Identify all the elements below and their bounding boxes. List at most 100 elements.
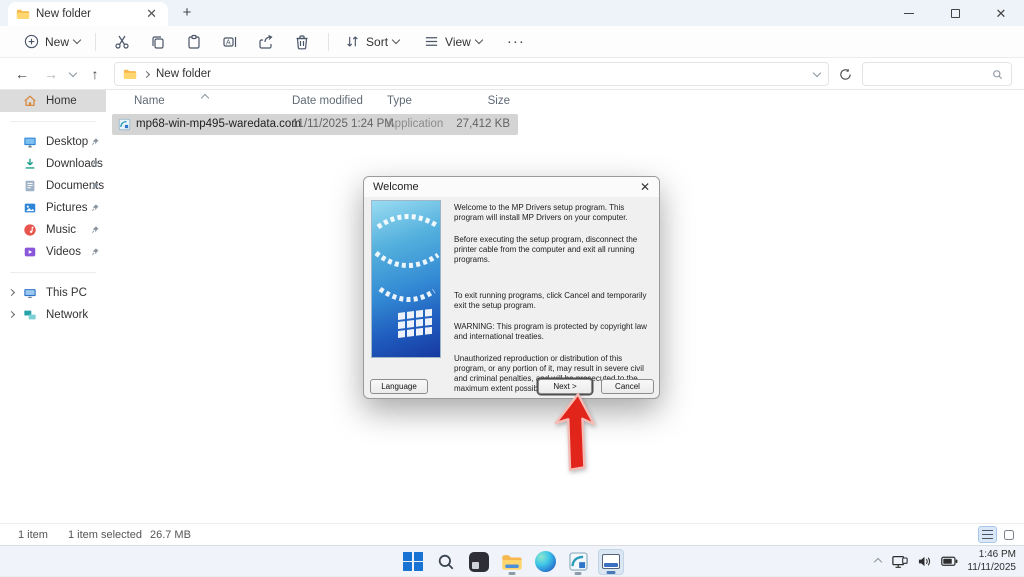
dialog-title: Welcome <box>373 181 419 193</box>
search-input[interactable] <box>862 62 1012 86</box>
expand-chevron-icon[interactable] <box>8 289 15 296</box>
sidebar-item-videos[interactable]: Videos <box>0 241 106 263</box>
up-button[interactable]: ↑ <box>85 66 105 82</box>
speaker-icon[interactable] <box>917 555 932 568</box>
breadcrumb-separator-icon <box>143 70 150 77</box>
sidebar-divider <box>10 272 96 273</box>
home-icon <box>23 94 37 108</box>
downloads-icon <box>23 157 37 171</box>
cut-button[interactable] <box>104 30 140 54</box>
column-header-size[interactable]: Size <box>450 95 510 107</box>
tab-bar: New folder ✕ + ✕ <box>0 0 1024 26</box>
address-bar: ← → ↑ New folder <box>0 59 1024 90</box>
sidebar-item-label: This PC <box>46 287 87 299</box>
breadcrumb[interactable]: New folder <box>114 62 829 86</box>
new-button[interactable]: New <box>16 29 87 54</box>
chevron-down-icon <box>392 36 400 44</box>
setup-welcome-dialog: Welcome ✕ Welcome to the MP Drivers setu… <box>363 176 660 399</box>
refresh-icon[interactable] <box>838 67 853 82</box>
breadcrumb-path: New folder <box>156 68 807 80</box>
dialog-paragraph: WARNING: This program is protected by co… <box>454 322 654 342</box>
minimize-icon <box>904 13 914 14</box>
pictures-icon <box>23 201 37 215</box>
sidebar-item-desktop[interactable]: Desktop <box>0 131 106 153</box>
sidebar: Home Desktop Downloads Documents <box>0 90 106 523</box>
desktop-icon <box>23 135 37 149</box>
network-tray-icon[interactable] <box>892 555 908 569</box>
share-button[interactable] <box>248 30 284 54</box>
column-header-type[interactable]: Type <box>387 95 412 107</box>
sort-icon <box>344 33 361 50</box>
address-dropdown-icon[interactable] <box>813 68 821 76</box>
folder-icon <box>16 7 30 21</box>
sidebar-item-music[interactable]: Music <box>0 219 106 241</box>
selection-count: 1 item selected <box>68 529 142 541</box>
copy-button[interactable] <box>140 30 176 54</box>
explorer-tab[interactable]: New folder ✕ <box>8 2 168 26</box>
tab-close-icon[interactable]: ✕ <box>143 6 160 22</box>
thumbnail-view-button[interactable] <box>999 526 1018 543</box>
pin-icon <box>91 225 100 234</box>
more-options-button[interactable]: ··· <box>497 33 535 50</box>
sidebar-item-network[interactable]: Network <box>0 304 106 326</box>
sort-button[interactable]: Sort <box>337 29 406 54</box>
battery-icon[interactable] <box>941 556 958 567</box>
taskbar-app-button[interactable] <box>466 549 492 575</box>
language-button[interactable]: Language <box>370 379 428 394</box>
column-header-name[interactable]: Name <box>134 95 165 107</box>
new-tab-button[interactable]: + <box>178 4 196 21</box>
file-type: Application <box>387 118 443 130</box>
start-button[interactable] <box>400 549 426 575</box>
sidebar-item-label: Home <box>46 95 77 107</box>
sidebar-divider <box>10 121 96 122</box>
taskbar-edge-button[interactable] <box>532 549 558 575</box>
sidebar-item-this-pc[interactable]: This PC <box>0 282 106 304</box>
dialog-title-bar[interactable]: Welcome ✕ <box>364 177 659 197</box>
chevron-down-icon <box>475 36 483 44</box>
taskbar-clock[interactable]: 1:46 PM 11/11/2025 <box>967 549 1016 574</box>
sidebar-item-documents[interactable]: Documents <box>0 175 106 197</box>
trash-icon <box>294 34 310 50</box>
maximize-button[interactable] <box>932 0 978 26</box>
taskbar-search-button[interactable] <box>433 549 459 575</box>
minimize-button[interactable] <box>886 0 932 26</box>
sidebar-item-pictures[interactable]: Pictures <box>0 197 106 219</box>
dialog-close-icon[interactable]: ✕ <box>640 180 650 194</box>
dialog-body-text: Welcome to the MP Drivers setup program.… <box>454 203 654 394</box>
cancel-button[interactable]: Cancel <box>601 379 654 394</box>
documents-icon <box>23 179 37 193</box>
taskbar: 1:46 PM 11/11/2025 <box>0 545 1024 576</box>
column-header-date-modified[interactable]: Date modified <box>292 95 363 107</box>
file-date-modified: 11/11/2025 1:24 PM <box>292 118 394 130</box>
details-view-button[interactable] <box>978 526 997 543</box>
chevron-down-icon <box>73 36 81 44</box>
file-row-selected[interactable]: mp68-win-mp495-waredata.com 11/11/2025 1… <box>112 114 518 135</box>
sidebar-item-downloads[interactable]: Downloads <box>0 153 106 175</box>
delete-button[interactable] <box>284 30 320 54</box>
sidebar-item-label: Desktop <box>46 136 88 148</box>
view-button-label: View <box>445 35 471 49</box>
status-bar: 1 item 1 item selected 26.7 MB <box>0 523 1024 545</box>
music-icon <box>23 223 37 237</box>
back-button[interactable]: ← <box>12 66 32 82</box>
recent-locations-icon[interactable] <box>69 68 77 76</box>
taskbar-installer-button[interactable] <box>565 549 591 575</box>
taskbar-active-window-button[interactable] <box>598 549 624 575</box>
toolbar-divider <box>328 33 329 51</box>
command-bar: New A Sort <box>0 26 1024 58</box>
pin-icon <box>91 159 100 168</box>
paste-button[interactable] <box>176 30 212 54</box>
file-size: 27,412 KB <box>450 118 510 130</box>
pin-icon <box>91 247 100 256</box>
sidebar-item-label: Pictures <box>46 202 88 214</box>
sidebar-item-home[interactable]: Home <box>0 90 106 112</box>
view-button[interactable]: View <box>416 29 489 54</box>
close-button[interactable]: ✕ <box>978 0 1024 26</box>
sidebar-item-label: Network <box>46 309 88 321</box>
tray-overflow-chevron-icon[interactable] <box>874 557 882 565</box>
rename-button[interactable]: A <box>212 30 248 54</box>
expand-chevron-icon[interactable] <box>8 311 15 318</box>
forward-button[interactable]: → <box>41 66 61 82</box>
red-arrow-annotation <box>552 392 600 474</box>
taskbar-file-explorer-button[interactable] <box>499 549 525 575</box>
